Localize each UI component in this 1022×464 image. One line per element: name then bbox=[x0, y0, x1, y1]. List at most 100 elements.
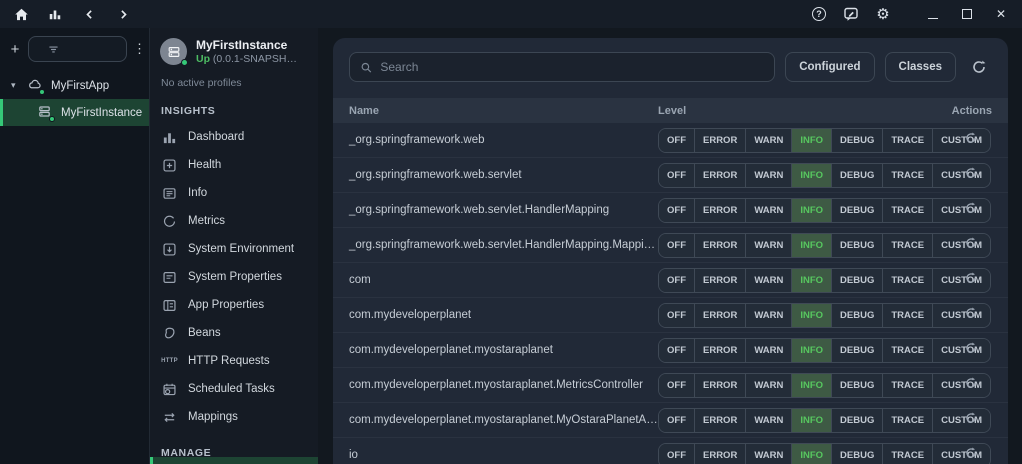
sidebar-item-loggers-partial[interactable] bbox=[150, 457, 318, 464]
level-button-info[interactable]: INFO bbox=[791, 444, 831, 464]
refresh-icon[interactable] bbox=[966, 54, 992, 80]
level-button-warn[interactable]: WARN bbox=[745, 269, 791, 292]
reset-logger-icon[interactable] bbox=[964, 131, 978, 150]
level-button-warn[interactable]: WARN bbox=[745, 199, 791, 222]
level-button-debug[interactable]: DEBUG bbox=[831, 409, 882, 432]
settings-gear-icon[interactable]: ⚙ bbox=[874, 5, 892, 23]
level-button-debug[interactable]: DEBUG bbox=[831, 444, 882, 464]
reset-logger-icon[interactable] bbox=[964, 411, 978, 430]
reset-logger-icon[interactable] bbox=[964, 306, 978, 325]
level-button-off[interactable]: OFF bbox=[659, 339, 694, 362]
level-button-debug[interactable]: DEBUG bbox=[831, 269, 882, 292]
level-button-warn[interactable]: WARN bbox=[745, 374, 791, 397]
sidebar-item-scheduled-tasks[interactable]: Scheduled Tasks bbox=[150, 375, 318, 403]
level-button-info[interactable]: INFO bbox=[791, 339, 831, 362]
level-button-debug[interactable]: DEBUG bbox=[831, 199, 882, 222]
level-button-debug[interactable]: DEBUG bbox=[831, 374, 882, 397]
level-button-warn[interactable]: WARN bbox=[745, 129, 791, 152]
tree-item-myfirstapp[interactable]: ▾MyFirstApp bbox=[0, 72, 149, 99]
configured-filter-button[interactable]: Configured bbox=[785, 52, 874, 82]
level-button-trace[interactable]: TRACE bbox=[882, 374, 932, 397]
maximize-icon[interactable] bbox=[958, 5, 976, 23]
reset-logger-icon[interactable] bbox=[964, 341, 978, 360]
level-button-off[interactable]: OFF bbox=[659, 164, 694, 187]
level-button-debug[interactable]: DEBUG bbox=[831, 164, 882, 187]
level-button-warn[interactable]: WARN bbox=[745, 304, 791, 327]
reset-logger-icon[interactable] bbox=[964, 236, 978, 255]
add-application-button[interactable]: + bbox=[8, 42, 22, 57]
home-icon[interactable] bbox=[12, 5, 30, 23]
sidebar-item-beans[interactable]: Beans bbox=[150, 319, 318, 347]
level-button-info[interactable]: INFO bbox=[791, 269, 831, 292]
level-button-info[interactable]: INFO bbox=[791, 304, 831, 327]
level-button-warn[interactable]: WARN bbox=[745, 409, 791, 432]
level-button-error[interactable]: ERROR bbox=[694, 164, 745, 187]
level-button-error[interactable]: ERROR bbox=[694, 374, 745, 397]
level-button-info[interactable]: INFO bbox=[791, 129, 831, 152]
classes-filter-button[interactable]: Classes bbox=[885, 52, 956, 82]
sidebar-item-health[interactable]: Health bbox=[150, 151, 318, 179]
level-button-trace[interactable]: TRACE bbox=[882, 304, 932, 327]
level-button-trace[interactable]: TRACE bbox=[882, 234, 932, 257]
level-button-off[interactable]: OFF bbox=[659, 234, 694, 257]
level-button-info[interactable]: INFO bbox=[791, 234, 831, 257]
level-button-off[interactable]: OFF bbox=[659, 409, 694, 432]
level-button-off[interactable]: OFF bbox=[659, 129, 694, 152]
level-button-error[interactable]: ERROR bbox=[694, 444, 745, 464]
level-button-off[interactable]: OFF bbox=[659, 269, 694, 292]
level-button-debug[interactable]: DEBUG bbox=[831, 234, 882, 257]
reset-logger-icon[interactable] bbox=[964, 376, 978, 395]
sidebar-item-mappings[interactable]: Mappings bbox=[150, 403, 318, 431]
sidebar-item-app-properties[interactable]: App Properties bbox=[150, 291, 318, 319]
level-button-trace[interactable]: TRACE bbox=[882, 339, 932, 362]
level-button-debug[interactable]: DEBUG bbox=[831, 304, 882, 327]
level-button-off[interactable]: OFF bbox=[659, 199, 694, 222]
level-button-off[interactable]: OFF bbox=[659, 304, 694, 327]
level-button-debug[interactable]: DEBUG bbox=[831, 339, 882, 362]
sidebar-item-http-requests[interactable]: HTTPHTTP Requests bbox=[150, 347, 318, 375]
level-button-error[interactable]: ERROR bbox=[694, 304, 745, 327]
level-button-info[interactable]: INFO bbox=[791, 409, 831, 432]
forward-icon[interactable] bbox=[114, 5, 132, 23]
sidebar-item-system-environment[interactable]: System Environment bbox=[150, 235, 318, 263]
level-button-debug[interactable]: DEBUG bbox=[831, 129, 882, 152]
level-button-info[interactable]: INFO bbox=[791, 199, 831, 222]
sidebar-item-dashboard[interactable]: Dashboard bbox=[150, 123, 318, 151]
minimize-icon[interactable] bbox=[924, 5, 942, 23]
sidebar-item-system-properties[interactable]: System Properties bbox=[150, 263, 318, 291]
level-button-error[interactable]: ERROR bbox=[694, 269, 745, 292]
level-button-info[interactable]: INFO bbox=[791, 164, 831, 187]
level-button-warn[interactable]: WARN bbox=[745, 339, 791, 362]
level-button-error[interactable]: ERROR bbox=[694, 409, 745, 432]
bar-chart-icon[interactable] bbox=[46, 5, 64, 23]
level-button-error[interactable]: ERROR bbox=[694, 129, 745, 152]
back-icon[interactable] bbox=[80, 5, 98, 23]
search-input[interactable] bbox=[380, 60, 764, 74]
level-button-warn[interactable]: WARN bbox=[745, 234, 791, 257]
reset-logger-icon[interactable] bbox=[964, 201, 978, 220]
level-button-trace[interactable]: TRACE bbox=[882, 129, 932, 152]
level-button-error[interactable]: ERROR bbox=[694, 199, 745, 222]
level-button-trace[interactable]: TRACE bbox=[882, 269, 932, 292]
tree-menu-kebab-icon[interactable]: ⋮ bbox=[133, 41, 143, 57]
level-button-off[interactable]: OFF bbox=[659, 444, 694, 464]
level-button-trace[interactable]: TRACE bbox=[882, 444, 932, 464]
sidebar-item-info[interactable]: Info bbox=[150, 179, 318, 207]
tree-filter-input[interactable] bbox=[28, 36, 127, 62]
close-icon[interactable]: ✕ bbox=[992, 5, 1010, 23]
level-button-error[interactable]: ERROR bbox=[694, 234, 745, 257]
help-icon[interactable]: ? bbox=[810, 5, 828, 23]
level-button-warn[interactable]: WARN bbox=[745, 164, 791, 187]
level-button-off[interactable]: OFF bbox=[659, 374, 694, 397]
level-button-trace[interactable]: TRACE bbox=[882, 409, 932, 432]
level-button-warn[interactable]: WARN bbox=[745, 444, 791, 464]
level-button-error[interactable]: ERROR bbox=[694, 339, 745, 362]
reset-logger-icon[interactable] bbox=[964, 271, 978, 290]
tree-item-myfirstinstance[interactable]: MyFirstInstance bbox=[0, 99, 149, 126]
level-button-info[interactable]: INFO bbox=[791, 374, 831, 397]
level-button-trace[interactable]: TRACE bbox=[882, 164, 932, 187]
feedback-icon[interactable] bbox=[842, 5, 860, 23]
chevron-down-icon[interactable]: ▾ bbox=[11, 80, 20, 91]
reset-logger-icon[interactable] bbox=[964, 166, 978, 185]
sidebar-item-metrics[interactable]: Metrics bbox=[150, 207, 318, 235]
